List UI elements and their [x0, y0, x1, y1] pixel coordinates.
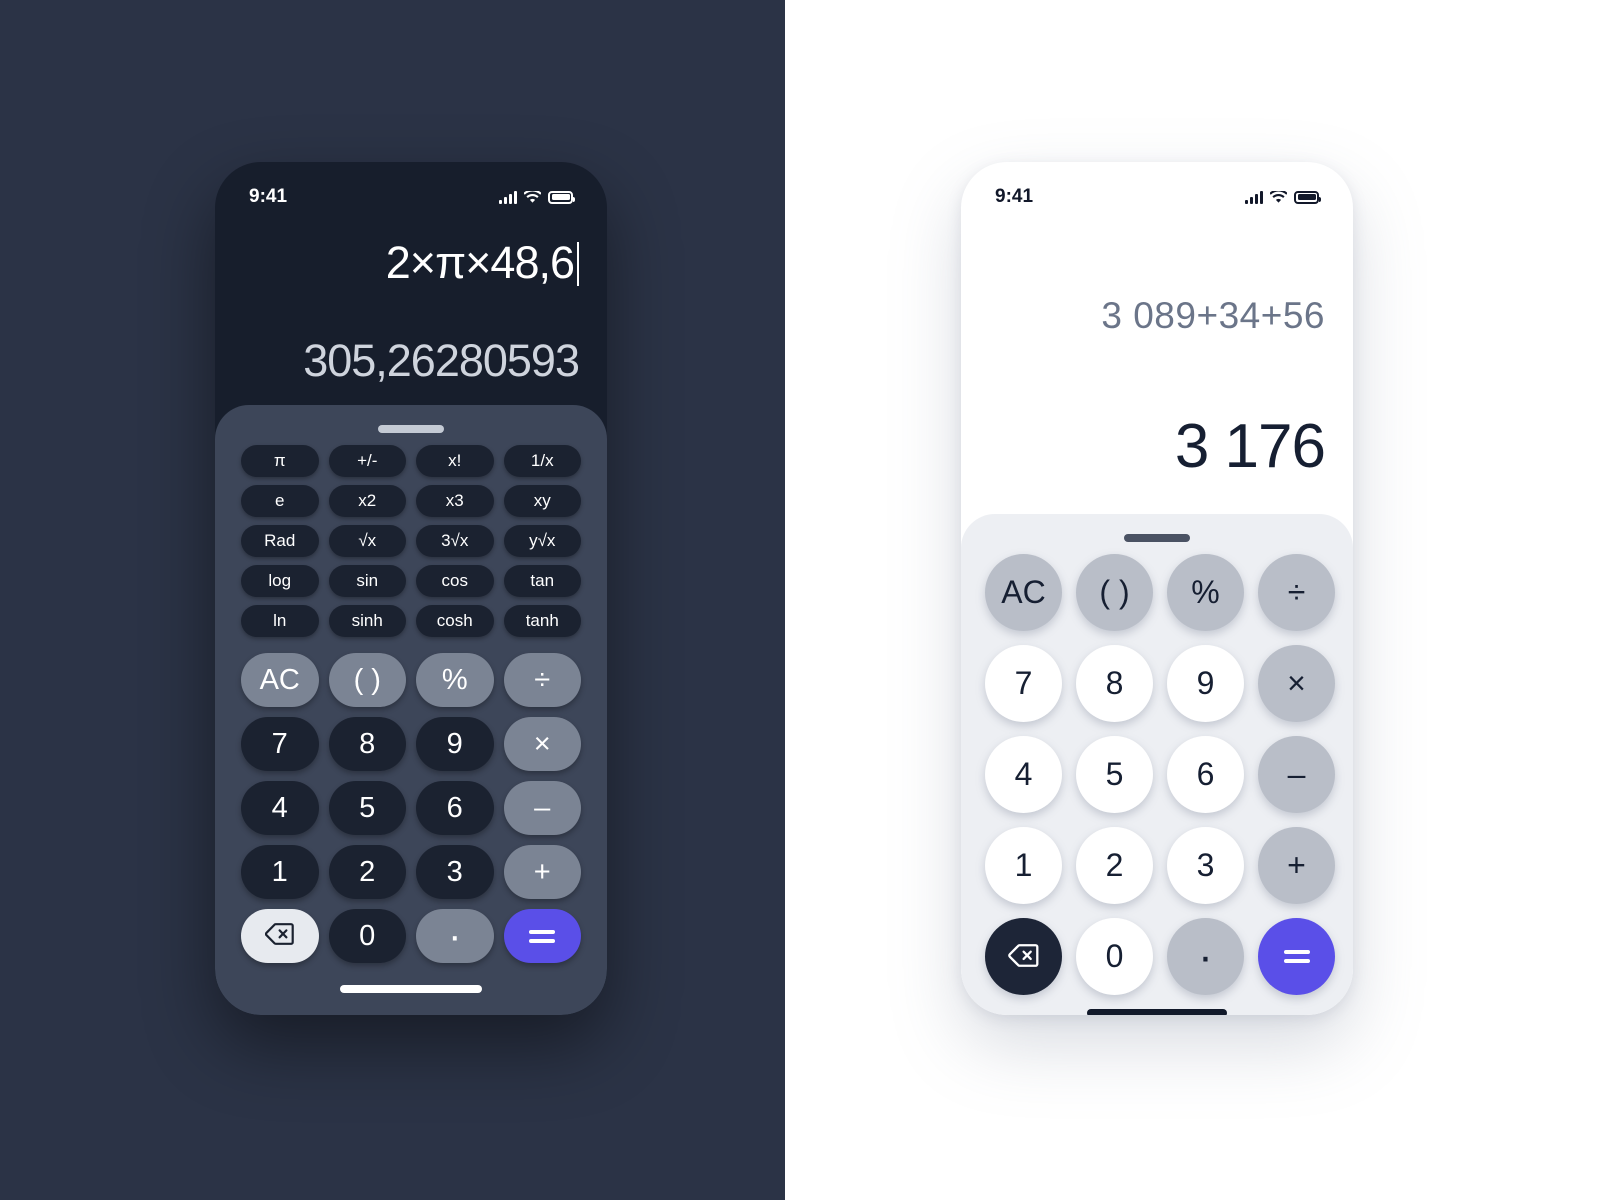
key-2[interactable]: 2	[328, 845, 406, 899]
key-multiply[interactable]: ×	[1258, 645, 1335, 722]
key-5[interactable]: 5	[1076, 736, 1153, 813]
sci-key-cuberoot[interactable]: 3√x	[416, 525, 494, 557]
sci-key-cos[interactable]: cos	[416, 565, 494, 597]
key-5[interactable]: 5	[328, 781, 406, 835]
key-percent[interactable]: %	[1167, 554, 1244, 631]
key-divide[interactable]: ÷	[503, 653, 581, 707]
key-4[interactable]: 4	[241, 781, 319, 835]
key-4[interactable]: 4	[985, 736, 1062, 813]
status-time: 9:41	[995, 186, 1034, 207]
key-9[interactable]: 9	[1167, 645, 1244, 722]
sci-key-power[interactable]: xy	[503, 485, 581, 517]
key-divide[interactable]: ÷	[1258, 554, 1335, 631]
key-multiply[interactable]: ×	[503, 717, 581, 771]
expression-display-dark[interactable]: 2×π×48,6	[243, 240, 579, 338]
key-plus[interactable]: +	[1258, 827, 1335, 904]
key-parentheses[interactable]: ( )	[328, 653, 406, 707]
expression-display-light[interactable]: 3 089+34+56	[989, 297, 1325, 416]
key-delete[interactable]	[985, 918, 1062, 995]
light-main-keypad: AC ( ) % ÷ 7 8 9 × 4 5 6 – 1 2 3 + 0 ·	[985, 554, 1335, 995]
key-equals[interactable]	[1258, 918, 1335, 995]
status-time: 9:41	[249, 186, 288, 207]
key-decimal[interactable]: ·	[416, 909, 494, 963]
status-bar-light: 9:41	[961, 162, 1353, 218]
key-minus[interactable]: –	[1258, 736, 1335, 813]
wifi-icon	[524, 190, 541, 204]
sci-key-sinh[interactable]: sinh	[328, 605, 406, 637]
dark-calculator-phone: 9:41 2×π×48,6 305,26280593 π +/- x! 1/x …	[215, 162, 607, 1015]
dark-keypad-sheet: π +/- x! 1/x e x2 x3 xy Rad √x 3√x y√x l…	[215, 405, 607, 1015]
key-plus[interactable]: +	[503, 845, 581, 899]
backspace-icon	[265, 920, 295, 953]
sci-key-reciprocal[interactable]: 1/x	[503, 445, 581, 477]
sci-key-plusminus[interactable]: +/-	[328, 445, 406, 477]
key-ac[interactable]: AC	[985, 554, 1062, 631]
wifi-icon	[1270, 190, 1287, 204]
key-2[interactable]: 2	[1076, 827, 1153, 904]
equals-icon	[529, 929, 556, 943]
scientific-keys-grid: π +/- x! 1/x e x2 x3 xy Rad √x 3√x y√x l…	[241, 445, 581, 637]
home-indicator-dark	[340, 985, 482, 993]
text-caret	[577, 242, 579, 286]
dark-main-keypad: AC ( ) % ÷ 7 8 9 × 4 5 6 – 1 2 3 + 0 ·	[241, 653, 581, 963]
sci-key-tan[interactable]: tan	[503, 565, 581, 597]
key-percent[interactable]: %	[416, 653, 494, 707]
light-keypad-sheet: AC ( ) % ÷ 7 8 9 × 4 5 6 – 1 2 3 + 0 ·	[961, 514, 1353, 1015]
key-9[interactable]: 9	[416, 717, 494, 771]
key-minus[interactable]: –	[503, 781, 581, 835]
light-display: 3 089+34+56 3 176	[961, 218, 1353, 514]
screenshot-stage: 9:41 2×π×48,6 305,26280593 π +/- x! 1/x …	[0, 0, 1600, 1200]
cellular-bars-icon	[499, 190, 517, 204]
sheet-drag-handle[interactable]	[378, 425, 444, 433]
battery-icon	[1294, 190, 1321, 204]
key-7[interactable]: 7	[241, 717, 319, 771]
status-icons	[499, 190, 575, 204]
sci-key-rad[interactable]: Rad	[241, 525, 319, 557]
home-indicator-light	[1087, 1009, 1227, 1015]
sci-key-e[interactable]: e	[241, 485, 319, 517]
light-calculator-phone: 9:41 3 089+34+56 3 176 AC ( ) % ÷ 7 8 9 …	[961, 162, 1353, 1015]
sci-key-pi[interactable]: π	[241, 445, 319, 477]
dark-theme-panel: 9:41 2×π×48,6 305,26280593 π +/- x! 1/x …	[0, 0, 785, 1200]
battery-icon	[548, 190, 575, 204]
cellular-bars-icon	[1245, 190, 1263, 204]
key-decimal[interactable]: ·	[1167, 918, 1244, 995]
key-0[interactable]: 0	[328, 909, 406, 963]
key-parentheses[interactable]: ( )	[1076, 554, 1153, 631]
backspace-icon	[1008, 938, 1039, 975]
key-6[interactable]: 6	[416, 781, 494, 835]
key-3[interactable]: 3	[416, 845, 494, 899]
sci-key-sqrt[interactable]: √x	[328, 525, 406, 557]
key-delete[interactable]	[241, 909, 319, 963]
sci-key-ln[interactable]: ln	[241, 605, 319, 637]
status-icons	[1245, 190, 1321, 204]
key-3[interactable]: 3	[1167, 827, 1244, 904]
sci-key-factorial[interactable]: x!	[416, 445, 494, 477]
sci-key-tanh[interactable]: tanh	[503, 605, 581, 637]
sci-key-nthroot[interactable]: y√x	[503, 525, 581, 557]
sci-key-cosh[interactable]: cosh	[416, 605, 494, 637]
key-ac[interactable]: AC	[241, 653, 319, 707]
key-8[interactable]: 8	[328, 717, 406, 771]
status-bar-dark: 9:41	[215, 162, 607, 218]
key-7[interactable]: 7	[985, 645, 1062, 722]
sci-key-log[interactable]: log	[241, 565, 319, 597]
sheet-drag-handle[interactable]	[1124, 534, 1190, 542]
dark-display: 2×π×48,6 305,26280593	[215, 218, 607, 405]
key-equals[interactable]	[503, 909, 581, 963]
key-6[interactable]: 6	[1167, 736, 1244, 813]
key-0[interactable]: 0	[1076, 918, 1153, 995]
key-1[interactable]: 1	[241, 845, 319, 899]
result-display-light: 3 176	[1174, 412, 1326, 481]
key-8[interactable]: 8	[1076, 645, 1153, 722]
expression-text: 2×π×48,6	[385, 237, 575, 288]
equals-icon	[1283, 950, 1310, 963]
result-display-dark: 305,26280593	[303, 335, 580, 386]
sci-key-square[interactable]: x2	[328, 485, 406, 517]
light-theme-panel: 9:41 3 089+34+56 3 176 AC ( ) % ÷ 7 8 9 …	[785, 0, 1600, 1200]
key-1[interactable]: 1	[985, 827, 1062, 904]
sci-key-sin[interactable]: sin	[328, 565, 406, 597]
sci-key-cube[interactable]: x3	[416, 485, 494, 517]
